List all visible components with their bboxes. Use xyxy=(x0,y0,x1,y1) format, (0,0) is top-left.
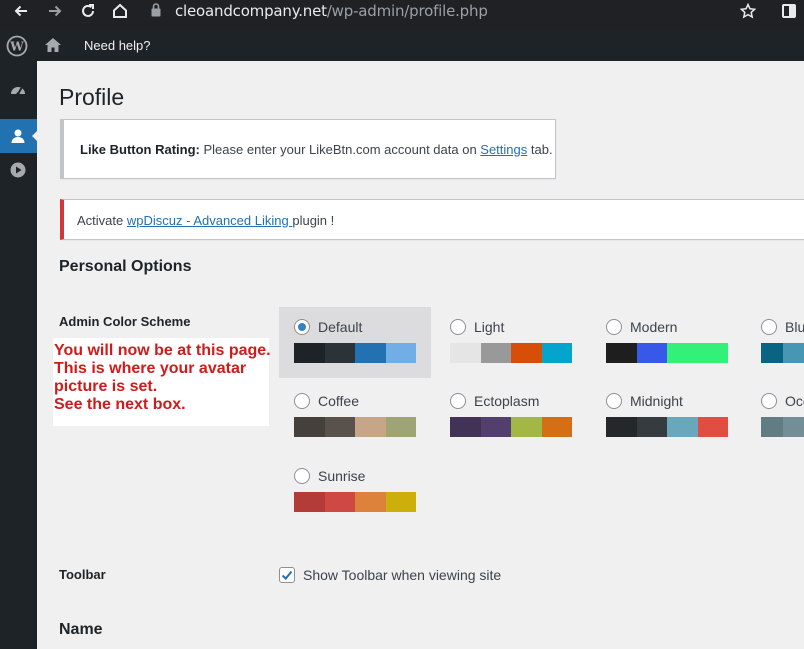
color-scheme-radio[interactable] xyxy=(761,319,777,335)
need-help-link[interactable]: Need help? xyxy=(84,38,151,53)
menu-item-dashboard[interactable] xyxy=(0,73,37,107)
likebtn-notice-title: Like Button Rating: xyxy=(80,142,200,157)
color-swatch xyxy=(355,343,386,363)
color-scheme-radio[interactable] xyxy=(294,393,310,409)
personal-options-heading: Personal Options xyxy=(59,258,192,275)
wp-admin-bar: W Need help? xyxy=(0,30,804,61)
color-swatch xyxy=(450,417,481,437)
color-scheme-radio[interactable] xyxy=(606,393,622,409)
color-scheme-blue[interactable]: Blu xyxy=(746,307,804,378)
color-scheme-radio[interactable] xyxy=(450,319,466,335)
color-swatch xyxy=(636,417,667,437)
color-swatches xyxy=(606,417,728,437)
color-swatch xyxy=(761,417,783,437)
color-scheme-modern[interactable]: Modern xyxy=(591,307,743,378)
color-swatch xyxy=(667,343,698,363)
color-swatches xyxy=(294,343,416,363)
color-swatch xyxy=(782,417,804,437)
color-scheme-sunrise[interactable]: Sunrise xyxy=(279,456,431,527)
site-home-icon[interactable] xyxy=(44,37,62,53)
color-swatch xyxy=(541,343,572,363)
name-section-heading: Name xyxy=(59,621,103,638)
color-swatch xyxy=(385,492,416,512)
color-scheme-radio[interactable] xyxy=(606,319,622,335)
user-icon xyxy=(11,129,25,143)
color-swatch xyxy=(667,417,698,437)
show-toolbar-checkbox[interactable] xyxy=(279,567,295,583)
color-swatch xyxy=(324,417,355,437)
color-swatch xyxy=(511,417,542,437)
side-panel-icon[interactable] xyxy=(778,0,800,22)
show-toolbar-label[interactable]: Show Toolbar when viewing site xyxy=(303,567,501,583)
checkmark-icon xyxy=(281,570,293,580)
page-title: Profile xyxy=(59,84,125,110)
address-bar[interactable]: cleoandcompany.net/wp-admin/profile.php xyxy=(143,0,770,22)
reload-icon[interactable] xyxy=(77,0,99,22)
wpdiscuz-plugin-link[interactable]: wpDiscuz - Advanced Liking xyxy=(127,213,292,228)
menu-item-profile[interactable] xyxy=(0,119,38,153)
play-circle-icon xyxy=(10,162,26,178)
color-swatch xyxy=(355,417,386,437)
color-scheme-radio[interactable] xyxy=(761,393,777,409)
wordpress-logo-icon[interactable]: W xyxy=(6,35,28,57)
wpdiscuz-notice: Activate wpDiscuz - Advanced Liking plug… xyxy=(60,199,804,240)
color-swatch xyxy=(606,343,637,363)
color-swatches xyxy=(294,492,416,512)
admin-color-scheme-label: Admin Color Scheme xyxy=(59,314,191,329)
toolbar-label: Toolbar xyxy=(59,567,106,582)
color-swatch xyxy=(294,417,325,437)
color-swatch xyxy=(697,343,728,363)
browser-toolbar: cleoandcompany.net/wp-admin/profile.php xyxy=(0,0,804,30)
settings-link[interactable]: Settings xyxy=(480,142,527,157)
color-swatch xyxy=(782,343,804,363)
color-scheme-radio[interactable] xyxy=(450,393,466,409)
current-menu-arrow xyxy=(32,130,38,142)
color-swatch xyxy=(450,343,481,363)
bookmark-star-icon[interactable] xyxy=(737,0,759,22)
likebtn-notice: Like Button Rating: Please enter your Li… xyxy=(60,119,556,179)
color-swatch xyxy=(480,343,511,363)
color-swatch xyxy=(606,417,637,437)
url-text: cleoandcompany.net/wp-admin/profile.php xyxy=(175,2,488,20)
color-swatch xyxy=(636,343,667,363)
color-swatch xyxy=(355,492,386,512)
color-swatches xyxy=(450,343,572,363)
color-scheme-ocean[interactable]: Oce xyxy=(746,381,804,452)
color-swatch xyxy=(541,417,572,437)
color-swatches xyxy=(761,343,804,363)
color-scheme-default[interactable]: Default xyxy=(279,307,431,378)
color-swatch xyxy=(385,417,416,437)
color-scheme-radio[interactable] xyxy=(294,468,310,484)
color-swatch xyxy=(324,343,355,363)
color-swatch xyxy=(294,492,325,512)
color-swatches xyxy=(761,417,804,437)
color-scheme-coffee[interactable]: Coffee xyxy=(279,381,431,452)
color-scheme-light[interactable]: Light xyxy=(435,307,587,378)
home-icon[interactable] xyxy=(109,0,131,22)
color-swatches xyxy=(450,417,572,437)
color-scheme-midnight[interactable]: Midnight xyxy=(591,381,743,452)
color-swatch xyxy=(294,343,325,363)
back-arrow-icon[interactable] xyxy=(10,0,32,22)
color-scheme-ectoplasm[interactable]: Ectoplasm xyxy=(435,381,587,452)
svg-text:W: W xyxy=(9,40,24,54)
color-swatches xyxy=(606,343,728,363)
lock-icon xyxy=(151,3,161,17)
dashboard-icon xyxy=(11,87,25,96)
color-swatch xyxy=(385,343,416,363)
color-swatches xyxy=(294,417,416,437)
tutorial-annotation: You will now be at this page. This is wh… xyxy=(53,338,271,426)
color-swatch xyxy=(697,417,728,437)
color-swatch xyxy=(324,492,355,512)
forward-arrow-icon[interactable] xyxy=(44,0,66,22)
admin-menu xyxy=(0,61,38,649)
color-swatch xyxy=(511,343,542,363)
color-swatch xyxy=(761,343,783,363)
color-scheme-radio[interactable] xyxy=(294,319,310,335)
menu-item-media-player[interactable] xyxy=(0,153,37,187)
color-swatch xyxy=(480,417,511,437)
